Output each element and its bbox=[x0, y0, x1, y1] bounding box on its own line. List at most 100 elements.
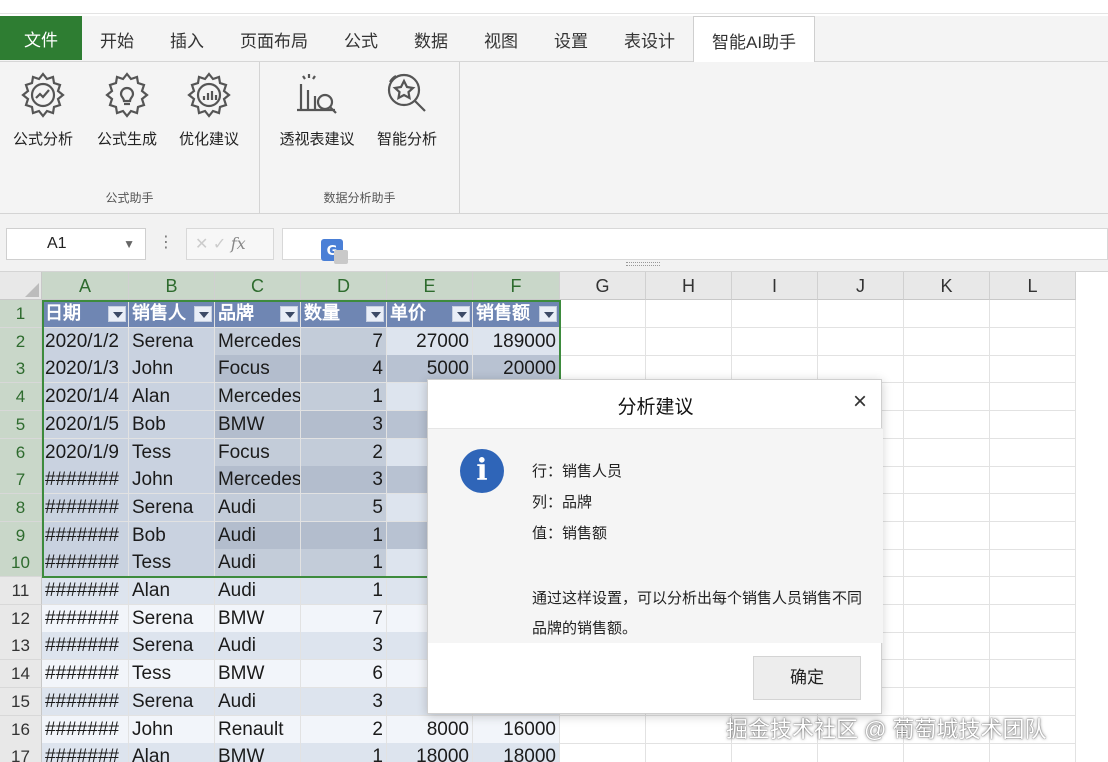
empty-cell[interactable] bbox=[904, 743, 990, 762]
tab-page-layout[interactable]: 页面布局 bbox=[222, 16, 326, 62]
empty-cell[interactable] bbox=[990, 493, 1076, 522]
table-cell[interactable]: 1 bbox=[301, 549, 387, 578]
table-cell[interactable]: 5 bbox=[301, 493, 387, 522]
row-header-9[interactable]: 9 bbox=[0, 521, 42, 550]
table-cell[interactable]: Mercedes bbox=[215, 466, 301, 495]
empty-cell[interactable] bbox=[990, 438, 1076, 467]
table-cell[interactable]: Serena bbox=[129, 632, 215, 661]
empty-cell[interactable] bbox=[904, 521, 990, 550]
filter-dropdown-icon[interactable] bbox=[366, 306, 384, 322]
tab-file[interactable]: 文件 bbox=[0, 16, 82, 60]
empty-cell[interactable] bbox=[990, 410, 1076, 439]
table-header-cell[interactable]: 日期 bbox=[42, 300, 129, 328]
table-cell[interactable]: 8000 bbox=[387, 715, 473, 744]
column-header-e[interactable]: E bbox=[387, 272, 473, 300]
optimize-suggestion-button[interactable]: 优化建议 bbox=[168, 68, 250, 150]
row-header-6[interactable]: 6 bbox=[0, 438, 42, 467]
row-header-12[interactable]: 12 bbox=[0, 604, 42, 633]
table-cell[interactable]: Alan bbox=[129, 577, 215, 605]
empty-cell[interactable] bbox=[904, 466, 990, 495]
table-cell[interactable]: BMW bbox=[215, 743, 301, 762]
formula-generate-button[interactable]: 公式生成 bbox=[86, 68, 168, 150]
table-cell[interactable]: 4 bbox=[301, 355, 387, 384]
row-header-7[interactable]: 7 bbox=[0, 466, 42, 495]
formula-input[interactable] bbox=[282, 228, 1108, 260]
empty-cell[interactable] bbox=[646, 327, 732, 356]
cancel-icon[interactable]: ✕ bbox=[195, 236, 208, 253]
table-cell[interactable]: ####### bbox=[42, 577, 129, 605]
table-cell[interactable]: John bbox=[129, 355, 215, 384]
table-cell[interactable]: 2020/1/4 bbox=[42, 383, 129, 412]
table-cell[interactable]: Audi bbox=[215, 549, 301, 578]
close-icon[interactable]: × bbox=[853, 390, 867, 414]
empty-cell[interactable] bbox=[990, 355, 1076, 384]
table-cell[interactable]: Bob bbox=[129, 410, 215, 439]
empty-cell[interactable] bbox=[904, 327, 990, 356]
empty-cell[interactable] bbox=[818, 300, 904, 328]
fx-icon[interactable]: fx bbox=[231, 234, 246, 253]
table-cell[interactable]: Serena bbox=[129, 687, 215, 716]
table-cell[interactable]: 7 bbox=[301, 327, 387, 356]
table-header-cell[interactable]: 销售额 bbox=[473, 300, 560, 328]
filter-dropdown-icon[interactable] bbox=[539, 306, 557, 322]
empty-cell[interactable] bbox=[904, 493, 990, 522]
table-cell[interactable]: 6 bbox=[301, 660, 387, 689]
table-cell[interactable]: Audi bbox=[215, 521, 301, 550]
table-cell[interactable]: ####### bbox=[42, 660, 129, 689]
table-cell[interactable]: 2020/1/3 bbox=[42, 355, 129, 384]
smart-analysis-button[interactable]: 智能分析 bbox=[366, 68, 448, 150]
empty-cell[interactable] bbox=[560, 300, 646, 328]
empty-cell[interactable] bbox=[990, 549, 1076, 578]
filter-dropdown-icon[interactable] bbox=[452, 306, 470, 322]
table-cell[interactable]: Audi bbox=[215, 493, 301, 522]
column-header-k[interactable]: K bbox=[904, 272, 990, 300]
table-cell[interactable]: 3 bbox=[301, 687, 387, 716]
table-cell[interactable]: ####### bbox=[42, 493, 129, 522]
row-header-4[interactable]: 4 bbox=[0, 383, 42, 412]
empty-cell[interactable] bbox=[904, 410, 990, 439]
empty-cell[interactable] bbox=[560, 715, 646, 744]
row-header-2[interactable]: 2 bbox=[0, 327, 42, 356]
row-header-13[interactable]: 13 bbox=[0, 632, 42, 661]
table-cell[interactable]: Focus bbox=[215, 355, 301, 384]
table-cell[interactable]: ####### bbox=[42, 549, 129, 578]
empty-cell[interactable] bbox=[560, 327, 646, 356]
name-box[interactable]: A1 ▼ bbox=[6, 228, 146, 260]
table-cell[interactable]: Audi bbox=[215, 577, 301, 605]
table-cell[interactable]: 2020/1/5 bbox=[42, 410, 129, 439]
table-cell[interactable]: Tess bbox=[129, 660, 215, 689]
empty-cell[interactable] bbox=[904, 577, 990, 605]
table-cell[interactable]: Tess bbox=[129, 549, 215, 578]
tab-home[interactable]: 开始 bbox=[82, 16, 152, 62]
column-header-d[interactable]: D bbox=[301, 272, 387, 300]
table-cell[interactable]: BMW bbox=[215, 604, 301, 633]
empty-cell[interactable] bbox=[732, 300, 818, 328]
column-header-b[interactable]: B bbox=[129, 272, 215, 300]
row-header-14[interactable]: 14 bbox=[0, 660, 42, 689]
table-cell[interactable]: 1 bbox=[301, 521, 387, 550]
table-header-cell[interactable]: 单价 bbox=[387, 300, 473, 328]
table-cell[interactable]: 18000 bbox=[387, 743, 473, 762]
table-cell[interactable]: ####### bbox=[42, 632, 129, 661]
empty-cell[interactable] bbox=[732, 327, 818, 356]
table-header-cell[interactable]: 销售人 bbox=[129, 300, 215, 328]
table-cell[interactable]: ####### bbox=[42, 715, 129, 744]
table-cell[interactable]: Audi bbox=[215, 632, 301, 661]
row-header-5[interactable]: 5 bbox=[0, 410, 42, 439]
table-cell[interactable]: 16000 bbox=[473, 715, 560, 744]
column-header-j[interactable]: J bbox=[818, 272, 904, 300]
table-cell[interactable]: Audi bbox=[215, 687, 301, 716]
column-header-h[interactable]: H bbox=[646, 272, 732, 300]
empty-cell[interactable] bbox=[646, 743, 732, 762]
table-cell[interactable]: Alan bbox=[129, 383, 215, 412]
column-header-l[interactable]: L bbox=[990, 272, 1076, 300]
empty-cell[interactable] bbox=[904, 438, 990, 467]
table-cell[interactable]: 2 bbox=[301, 438, 387, 467]
tab-insert[interactable]: 插入 bbox=[152, 16, 222, 62]
empty-cell[interactable] bbox=[732, 743, 818, 762]
table-cell[interactable]: 2020/1/2 bbox=[42, 327, 129, 356]
table-cell[interactable]: 3 bbox=[301, 632, 387, 661]
filter-dropdown-icon[interactable] bbox=[108, 306, 126, 322]
table-cell[interactable]: Bob bbox=[129, 521, 215, 550]
empty-cell[interactable] bbox=[904, 632, 990, 661]
